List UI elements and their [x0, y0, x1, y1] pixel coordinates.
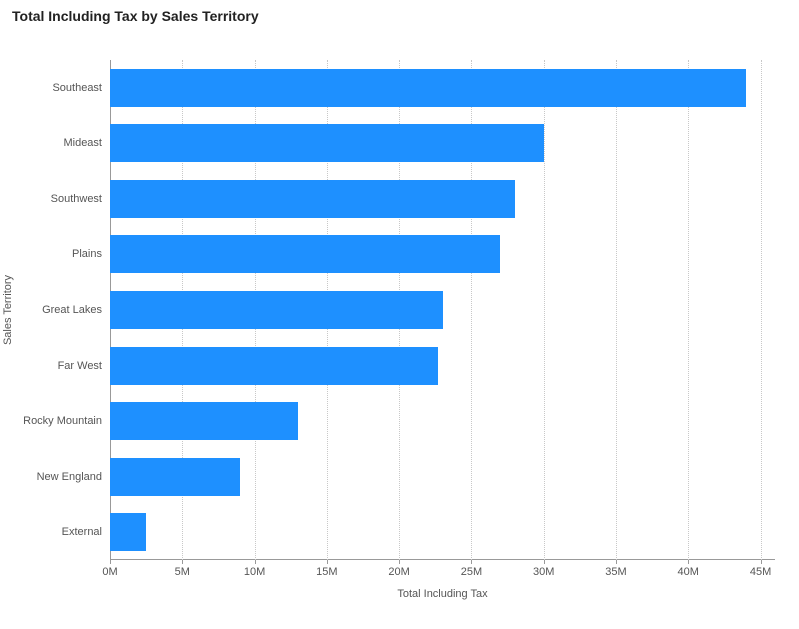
x-tick-mark [182, 560, 183, 564]
y-tick-label: Rocky Mountain [23, 415, 102, 427]
x-tick-mark [544, 560, 545, 564]
x-tick-label: 20M [388, 566, 409, 578]
x-tick-mark [327, 560, 328, 564]
bar[interactable] [110, 458, 240, 496]
y-tick-label: Plains [72, 248, 102, 260]
bar[interactable] [110, 69, 746, 107]
x-axis-label: Total Including Tax [110, 588, 775, 600]
x-tick-mark [110, 560, 111, 564]
chart-title: Total Including Tax by Sales Territory [12, 8, 787, 24]
bar[interactable] [110, 124, 544, 162]
x-tick-label: 45M [750, 566, 771, 578]
x-axis-line [110, 559, 775, 560]
bar[interactable] [110, 291, 443, 329]
x-tick-label: 5M [175, 566, 190, 578]
bar[interactable] [110, 513, 146, 551]
gridline [544, 60, 545, 560]
x-tick-mark [255, 560, 256, 564]
gridline [761, 60, 762, 560]
x-tick-mark [399, 560, 400, 564]
bar[interactable] [110, 347, 438, 385]
chart-container: Total Including Tax by Sales Territory 0… [0, 0, 799, 629]
x-tick-mark [471, 560, 472, 564]
x-tick-label: 30M [533, 566, 554, 578]
y-tick-label: New England [37, 471, 102, 483]
x-tick-label: 40M [678, 566, 699, 578]
bar[interactable] [110, 180, 515, 218]
y-tick-label: Southwest [51, 193, 102, 205]
x-tick-label: 10M [244, 566, 265, 578]
y-tick-label: External [62, 526, 102, 538]
x-tick-label: 15M [316, 566, 337, 578]
x-tick-label: 25M [461, 566, 482, 578]
y-tick-label: Southeast [52, 82, 102, 94]
x-tick-mark [616, 560, 617, 564]
gridline [616, 60, 617, 560]
plot-area: 0M5M10M15M20M25M30M35M40M45MSoutheastMid… [110, 60, 775, 560]
x-tick-mark [688, 560, 689, 564]
y-axis-label: Sales Territory [2, 275, 14, 345]
x-tick-label: 0M [102, 566, 117, 578]
bar[interactable] [110, 235, 500, 273]
y-tick-label: Far West [58, 360, 102, 372]
bar[interactable] [110, 402, 298, 440]
x-tick-label: 35M [605, 566, 626, 578]
gridline [688, 60, 689, 560]
y-tick-label: Mideast [63, 137, 102, 149]
x-tick-mark [761, 560, 762, 564]
y-tick-label: Great Lakes [42, 304, 102, 316]
